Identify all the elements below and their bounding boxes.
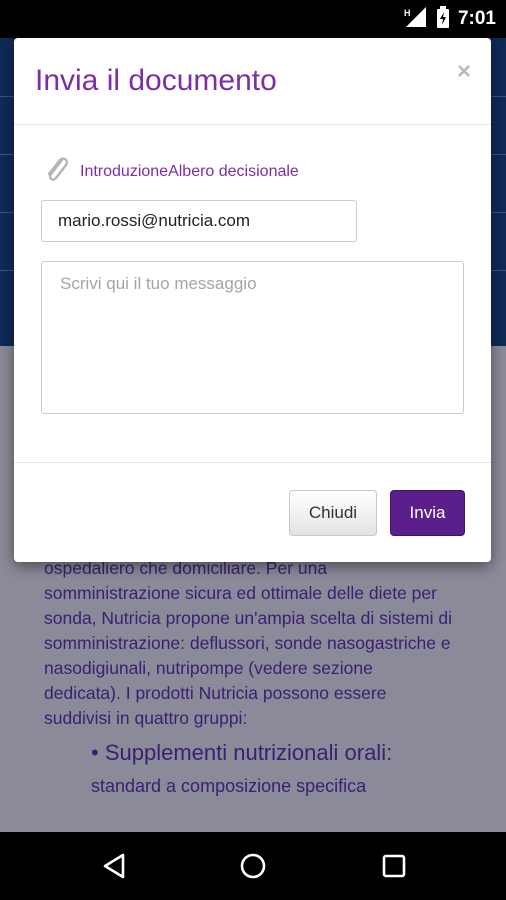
- background-bullet: • Supplementi nutrizionali orali:: [91, 740, 393, 765]
- recents-icon[interactable]: [376, 850, 412, 882]
- status-bar: H 7:01: [0, 0, 506, 38]
- attachment: IntroduzioneAlbero decisionale: [44, 152, 299, 191]
- close-button[interactable]: Chiudi: [289, 490, 377, 536]
- back-icon[interactable]: [96, 850, 132, 882]
- close-icon[interactable]: ×: [457, 58, 471, 86]
- paragraph-line: suddivisi in quattro gruppi:: [44, 708, 248, 728]
- divider: [14, 124, 491, 125]
- navigation-bar: [0, 832, 506, 900]
- paragraph-line: somministrazione sicura ed ottimale dell…: [44, 583, 437, 603]
- email-field[interactable]: [41, 200, 357, 242]
- battery-icon: [436, 5, 450, 33]
- paperclip-icon: [44, 152, 70, 191]
- divider: [14, 462, 491, 463]
- status-icons: H 7:01: [404, 5, 496, 33]
- send-button[interactable]: Invia: [390, 490, 465, 536]
- paragraph-line: sonda, Nutricia propone un'ampia scelta …: [44, 608, 452, 628]
- attachment-label[interactable]: IntroduzioneAlbero decisionale: [80, 163, 299, 181]
- send-document-dialog: Invia il documento × IntroduzioneAlbero …: [14, 38, 491, 562]
- svg-text:H: H: [404, 8, 411, 18]
- background-paragraph: ospedaliero che domiciliare. Per una som…: [44, 556, 484, 731]
- background-bullet-sub: standard a composizione specifica: [91, 776, 367, 796]
- paragraph-line: dedicata). I prodotti Nutricia possono e…: [44, 683, 387, 703]
- signal-icon: H: [404, 6, 428, 32]
- message-field[interactable]: [41, 261, 464, 414]
- clock: 7:01: [457, 8, 496, 29]
- home-icon[interactable]: [235, 850, 271, 882]
- paragraph-line: somministrazione: deflussori, sonde naso…: [44, 633, 451, 653]
- dialog-title: Invia il documento: [35, 64, 277, 97]
- paragraph-line: nasodigiunali, nutripompe (vedere sezion…: [44, 658, 373, 678]
